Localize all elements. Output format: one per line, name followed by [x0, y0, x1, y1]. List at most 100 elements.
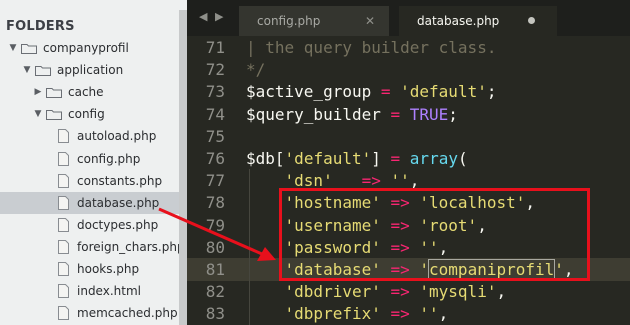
- annotation-highlight-box: [279, 188, 590, 281]
- modified-dot-icon[interactable]: [528, 17, 535, 24]
- tree-file[interactable]: autoload.php: [0, 125, 179, 147]
- code-token: =>: [380, 282, 420, 302]
- code-token: */: [246, 60, 266, 80]
- code-line[interactable]: 74 $query_builder = TRUE;: [187, 103, 630, 126]
- line-number: 77: [205, 171, 225, 191]
- code-text: $active_group = 'default';: [246, 80, 496, 103]
- tree-file[interactable]: foreign_chars.php: [0, 236, 185, 258]
- tree-label: hooks.php: [77, 262, 140, 276]
- code-text: $db['default'] = array(: [246, 147, 468, 170]
- code-text: 'dbprefix' => '',: [246, 302, 449, 325]
- code-line[interactable]: 71 | the query builder class.: [187, 36, 630, 59]
- tree-file[interactable]: config.php: [0, 148, 179, 170]
- line-number: 75: [205, 126, 225, 146]
- tree-label: constants.php: [77, 173, 163, 188]
- tree-file[interactable]: constants.php: [0, 170, 179, 192]
- line-number: 71: [205, 38, 225, 57]
- tree-label: index.html: [77, 284, 141, 299]
- tree-label: config.php: [77, 151, 141, 166]
- tree-folder[interactable]: ▼ config: [0, 103, 179, 125]
- code-line[interactable]: 72 */: [187, 58, 630, 81]
- tree-folder[interactable]: ▼ application: [0, 59, 179, 81]
- code-text: */: [246, 58, 265, 81]
- line-number: 80: [205, 237, 225, 257]
- code-line[interactable]: 73 $active_group = 'default';: [187, 80, 630, 103]
- code-token: 'dbprefix': [284, 304, 381, 324]
- folder-open-icon: [46, 110, 62, 121]
- code-token: ]: [371, 149, 381, 168]
- tree-folder[interactable]: ▶ cache: [0, 81, 179, 103]
- file-icon: [58, 306, 69, 321]
- code-token: $query_builder: [246, 104, 381, 124]
- code-line[interactable]: 83 'dbprefix' => '',: [187, 302, 630, 325]
- code-token: array: [409, 149, 458, 168]
- tree-folder[interactable]: ▼ companyprofil: [0, 37, 179, 59]
- code-text: 'dbdriver' => 'mysqli',: [246, 280, 507, 303]
- code-token: ,: [438, 304, 449, 324]
- nav-forward-icon[interactable]: ▶: [215, 10, 223, 24]
- folders-header: FOLDERS: [6, 19, 75, 34]
- code-line[interactable]: 82 'dbdriver' => 'mysqli',: [187, 280, 630, 303]
- tree-file[interactable]: index.html: [0, 280, 179, 302]
- code-token: ;: [486, 82, 497, 102]
- line-number: 81: [205, 260, 225, 279]
- code-token: =>: [380, 304, 420, 324]
- tree-file[interactable]: memcached.php: [0, 302, 179, 324]
- line-number: 76: [205, 149, 225, 168]
- code-token: $active_group: [246, 82, 372, 102]
- line-number: 73: [205, 82, 225, 102]
- file-icon: [58, 239, 69, 254]
- line-number: 74: [205, 104, 225, 124]
- code-token: ;: [448, 104, 458, 124]
- code-token: | the query builder class.: [246, 38, 497, 57]
- tab-label: config.php: [257, 14, 321, 28]
- tree-label: cache: [68, 85, 104, 100]
- sidebar-scrollbar[interactable]: [179, 10, 187, 325]
- code-line[interactable]: 75: [187, 125, 630, 148]
- code-line[interactable]: 76 $db['default'] = array(: [187, 147, 630, 170]
- tree-file[interactable]: doctypes.php: [0, 214, 179, 236]
- code-token: 'default': [400, 82, 487, 102]
- code-token: (: [457, 149, 468, 168]
- file-icon: [58, 151, 69, 166]
- file-icon: [58, 173, 69, 188]
- code-token: ,: [496, 282, 507, 302]
- line-number: 78: [205, 193, 225, 213]
- line-number: 83: [205, 304, 225, 324]
- code-text: | the query builder class.: [246, 36, 496, 59]
- disclosure-expanded-icon[interactable]: ▼: [33, 103, 43, 125]
- file-icon: [58, 284, 69, 299]
- code-token: =: [371, 82, 401, 102]
- code-text: $query_builder = TRUE;: [246, 103, 458, 126]
- code-token: [: [274, 149, 285, 168]
- file-icon: [58, 195, 69, 210]
- tree-label: memcached.php: [77, 306, 178, 321]
- tree-label: autoload.php: [77, 129, 157, 144]
- tab-database-php[interactable]: database.php: [399, 6, 557, 36]
- code-token: 'default': [284, 149, 372, 168]
- file-icon: [58, 262, 69, 276]
- code-token: $db: [246, 149, 275, 168]
- folder-open-icon: [35, 66, 51, 77]
- disclosure-expanded-icon[interactable]: ▼: [22, 59, 32, 81]
- tree-label: application: [57, 63, 124, 78]
- disclosure-expanded-icon[interactable]: ▼: [8, 37, 18, 59]
- tree-file[interactable]: hooks.php: [0, 258, 179, 280]
- code-token: 'mysqli': [419, 282, 497, 302]
- tree-file[interactable]: database.php: [0, 191, 179, 214]
- folder-open-icon: [21, 44, 37, 54]
- tree-label: companyprofil: [43, 41, 129, 55]
- close-icon[interactable]: ✕: [365, 6, 375, 36]
- line-number: 72: [205, 60, 225, 80]
- tab-config-php[interactable]: config.php ✕: [239, 6, 389, 36]
- line-number: 82: [205, 282, 225, 302]
- tree-label: doctypes.php: [77, 217, 159, 232]
- tree-label: database.php: [77, 195, 160, 210]
- code-token: =: [380, 149, 410, 168]
- folder-icon: [46, 88, 62, 99]
- indent-guide: [249, 169, 250, 325]
- tab-bar: ◀ ▶ config.php ✕ database.php: [187, 0, 630, 36]
- nav-back-icon[interactable]: ◀: [199, 10, 207, 24]
- disclosure-collapsed-icon[interactable]: ▶: [33, 81, 43, 103]
